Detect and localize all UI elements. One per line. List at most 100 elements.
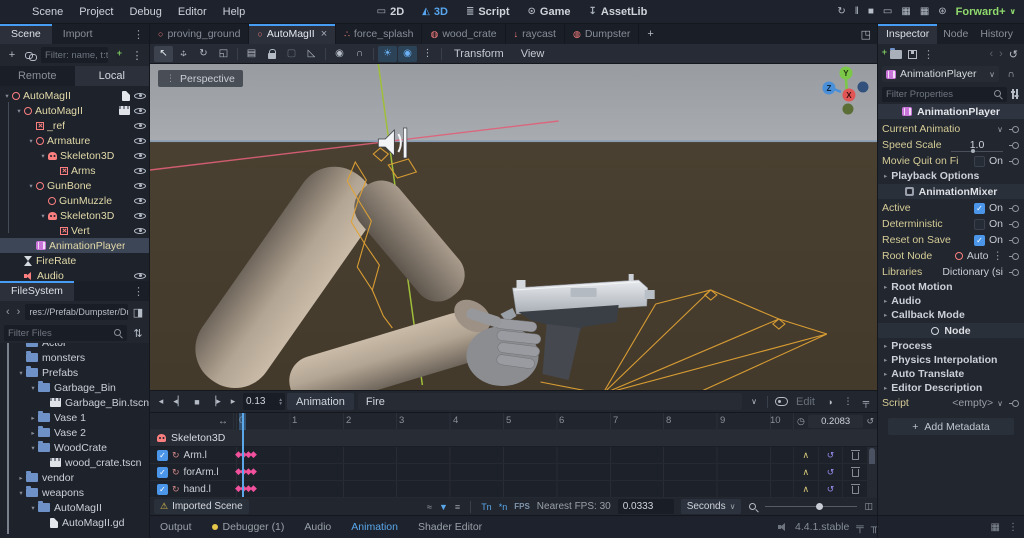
expand-icon[interactable]: ▸ [28, 414, 38, 422]
menu-project[interactable]: Project [71, 6, 121, 18]
file-row[interactable]: ▾ Garbage_Bin [0, 380, 149, 395]
property-row[interactable]: Script <empty> ∨ [878, 395, 1024, 411]
file-row[interactable]: monsters [0, 350, 149, 365]
keyframe-key-icon[interactable] [1008, 140, 1020, 151]
track-enabled-checkbox[interactable]: ✓ [157, 466, 168, 478]
axis-neg-ball[interactable] [842, 103, 854, 115]
delete-track-icon[interactable] [842, 447, 867, 463]
filter-files-input[interactable]: Filter Files [4, 325, 127, 341]
preview-sun-toggle[interactable]: ☀ [378, 45, 397, 62]
property-row[interactable]: Speed Scale 1.0 [878, 137, 1024, 153]
play-button[interactable]: ▕ ▸ [207, 393, 223, 410]
workspace-assetlib[interactable]: ↧ AssetLib [580, 6, 655, 18]
split-view-icon[interactable]: ◨ [131, 306, 145, 319]
tree-row[interactable]: ▾ AutoMagII [0, 88, 149, 103]
path-field[interactable]: res://Prefab/Dumpster/Du [25, 304, 128, 320]
camera-override-icon[interactable]: ◉ [330, 46, 349, 62]
visibility-icon[interactable] [134, 271, 146, 281]
viewport-3d[interactable]: Y Z X ⋮ Perspective [150, 64, 877, 390]
stop-button[interactable]: ■ [868, 6, 874, 17]
file-row[interactable]: ▾ AutoMagII [0, 500, 149, 515]
file-row[interactable]: ▸ Vase 1 [0, 410, 149, 425]
track-update-mode-icon[interactable]: ∧ [793, 481, 818, 497]
tree-row[interactable]: Arms [0, 163, 149, 178]
property-row[interactable]: Libraries Dictionary (si [878, 264, 1024, 280]
workspace-script[interactable]: ≣ Script [458, 6, 518, 18]
filesystem-scrollbar[interactable] [7, 343, 9, 534]
property-row[interactable]: Reset on Save ✓ On [878, 232, 1024, 248]
bezier-edit-icon[interactable]: ≈ [427, 502, 432, 512]
section-playback-options[interactable]: ▸ Playback Options [878, 169, 1024, 183]
keyframe-key-icon[interactable] [1008, 267, 1020, 278]
pause-button[interactable]: ‖ [855, 6, 859, 17]
animation-track[interactable]: ✓↻Arm.l ◆ ◆ ◆ ◆ ∧ ↺ [150, 447, 877, 470]
movie-maker-icon[interactable]: ⊛ [938, 6, 946, 17]
keyframe-key-icon[interactable] [1008, 235, 1020, 246]
history-forward-icon[interactable]: › [999, 48, 1003, 60]
playhead[interactable] [242, 413, 244, 497]
scene-tab[interactable]: ○ proving_ground [150, 24, 250, 44]
imported-scene-badge[interactable]: ⚠ Imported Scene [154, 499, 249, 514]
workspace-2d[interactable]: ▭ 2D [369, 6, 413, 18]
forward-icon[interactable]: › [15, 306, 23, 318]
collapse-icon[interactable]: ▾ [28, 504, 38, 512]
corner-menu-icon[interactable]: ⋮ [1008, 522, 1018, 533]
visibility-icon[interactable] [134, 196, 146, 206]
tab-inspector[interactable]: Inspector [878, 24, 938, 44]
projection-button[interactable]: ⋮ Perspective [158, 70, 243, 87]
inspector-menu-icon[interactable]: ⋮ [1019, 24, 1024, 44]
play-button[interactable]: ↻ [837, 6, 845, 17]
workspace-game[interactable]: ⊙ Game [520, 6, 579, 18]
fit-timeline-icon[interactable]: ◫ [864, 501, 873, 512]
transform-menu[interactable]: Transform [446, 48, 512, 60]
file-row[interactable]: ▸ vendor [0, 470, 149, 485]
checkbox-unchecked[interactable] [973, 155, 985, 167]
pin-bottom-panel-icon[interactable]: ╤ [856, 521, 863, 533]
play-backwards-from-end-button[interactable]: ◂ [153, 393, 169, 410]
visibility-icon[interactable] [134, 121, 146, 131]
keyframe-key-icon[interactable] [1008, 219, 1020, 230]
checkbox-checked[interactable]: ✓ [973, 234, 985, 246]
timeline-scrollbar[interactable] [867, 447, 877, 470]
chevron-down-icon[interactable]: ∨ [997, 125, 1003, 134]
resource-menu-icon[interactable]: ⋮ [923, 48, 934, 61]
rotate-tool[interactable]: ↻ [194, 46, 213, 62]
tree-row[interactable]: ▾ Skeleton3D [0, 148, 149, 163]
tab-remote[interactable]: Remote [0, 66, 75, 86]
visibility-icon[interactable] [134, 226, 146, 236]
filter-tracks-icon[interactable]: ▼ [439, 502, 448, 512]
sort-icon[interactable]: ⇅ [131, 327, 145, 340]
track-update-mode-icon[interactable]: ∧ [793, 464, 818, 480]
ruler-icon[interactable]: ◺ [302, 46, 321, 62]
track-update-mode-icon[interactable]: ∧ [793, 447, 818, 463]
group-icon[interactable]: ▢ [282, 46, 301, 62]
tab-scene[interactable]: Scene [0, 24, 52, 44]
instance-scene-icon[interactable] [23, 50, 37, 61]
keyframe[interactable]: ◆ [250, 450, 257, 459]
animation-menu-button[interactable]: Animation [287, 393, 354, 410]
section-auto-translate[interactable]: ▸ Auto Translate [878, 367, 1024, 381]
file-row[interactable]: ▾ Prefabs [0, 365, 149, 380]
delete-track-icon[interactable] [842, 464, 867, 480]
lock-icon[interactable] [262, 46, 281, 62]
remote-debug-icon[interactable]: ▭ [883, 6, 892, 17]
collapse-icon[interactable]: ▾ [16, 369, 26, 377]
tree-row[interactable]: Audio [0, 268, 149, 281]
section-root-motion[interactable]: ▸ Root Motion [878, 280, 1024, 294]
collapse-icon[interactable]: ▾ [16, 489, 26, 497]
tab-local[interactable]: Local [74, 66, 149, 86]
edit-history-icon[interactable]: ↺ [1009, 48, 1018, 61]
property-filter-options-icon[interactable] [1010, 89, 1020, 99]
script-badge-icon[interactable] [122, 90, 130, 101]
visibility-icon[interactable] [134, 136, 146, 146]
visibility-icon[interactable] [134, 166, 146, 176]
collapse-icon[interactable]: ▾ [14, 107, 24, 115]
bottom-tab-debugger[interactable]: Debugger (1) [202, 521, 295, 533]
tab-import[interactable]: Import [52, 24, 104, 44]
loop-icon[interactable]: ↺ [866, 416, 874, 427]
list-select-tool[interactable]: ▤ [242, 46, 261, 62]
bottom-tab-shader-editor[interactable]: Shader Editor [408, 521, 492, 533]
file-row[interactable]: ▾ weapons [0, 485, 149, 500]
expand-icon[interactable]: ▸ [16, 474, 26, 482]
file-row[interactable]: Garbage_Bin.tscn [0, 395, 149, 410]
